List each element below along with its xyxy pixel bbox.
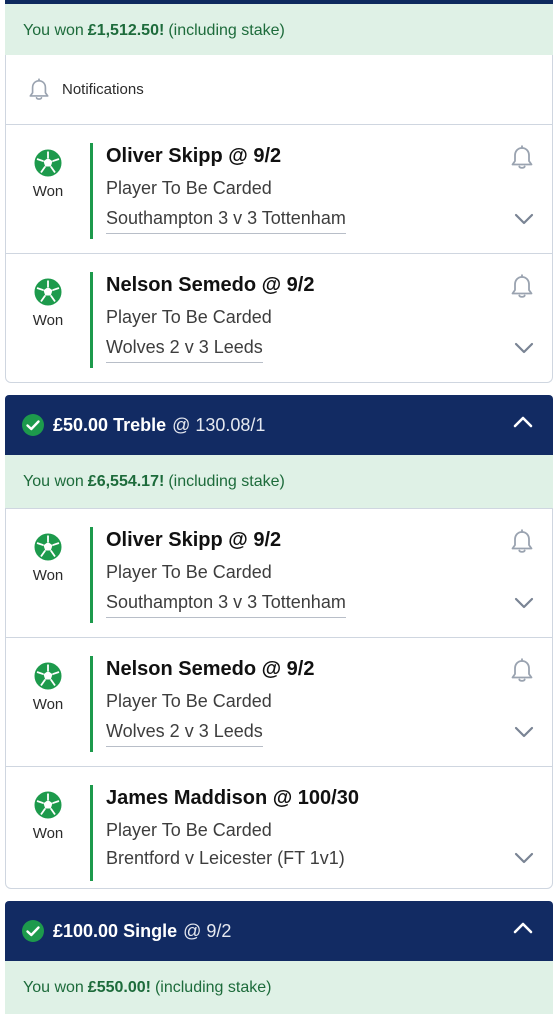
bell-icon[interactable] (510, 274, 534, 300)
leg-status: Won (20, 662, 76, 714)
leg-market: Player To Be Carded (106, 691, 272, 711)
winnings-banner: You won £6,554.17! (including stake) (5, 455, 553, 508)
leg-status-label: Won (32, 183, 64, 200)
check-circle-icon (21, 919, 45, 943)
winnings-banner: You won £1,512.50! (including stake) (5, 4, 553, 57)
leg-status-bar (90, 785, 93, 881)
leg-market: Player To Be Carded (106, 562, 272, 582)
bet-legs-list: Won Oliver Skipp @ 9/2 Player To Be Card… (5, 125, 553, 383)
bell-icon[interactable] (510, 658, 534, 684)
bell-icon[interactable] (510, 145, 534, 171)
notifications-label: Notifications (62, 81, 144, 98)
chevron-down-icon[interactable] (514, 852, 534, 864)
leg-market: Player To Be Carded (106, 307, 272, 327)
winnings-prefix: You won (23, 21, 84, 39)
football-icon (34, 791, 62, 819)
bell-icon (28, 78, 50, 102)
leg-market: Player To Be Carded (106, 178, 272, 198)
leg-status-label: Won (32, 696, 64, 713)
winnings-amount: £550.00! (87, 978, 151, 996)
chevron-down-icon[interactable] (514, 726, 534, 738)
bet-leg: Won Nelson Semedo @ 9/2 Player To Be Car… (6, 638, 552, 767)
bet-leg: Won James Maddison @ 100/30 Player To Be… (6, 767, 552, 889)
bet-odds: @ 130.08/1 (172, 414, 266, 435)
leg-selection: James Maddison @ 100/30 (106, 787, 359, 809)
leg-status-label: Won (32, 825, 64, 842)
leg-status-bar (90, 656, 93, 752)
leg-status-bar (90, 272, 93, 368)
winnings-suffix: (including stake) (168, 472, 285, 490)
football-icon (34, 662, 62, 690)
leg-status: Won (20, 791, 76, 843)
leg-event-link[interactable]: Southampton 3 v 3 Tottenham (106, 208, 346, 234)
check-circle-icon (21, 413, 45, 437)
bet-header-single[interactable]: £100.00 Single @ 9/2 (5, 901, 553, 961)
bet-leg: Won Nelson Semedo @ 9/2 Player To Be Car… (6, 254, 552, 383)
leg-event: Brentford v Leicester (FT 1v1) (106, 848, 345, 868)
leg-status-bar (90, 527, 93, 623)
winnings-amount: £6,554.17! (87, 472, 165, 490)
bell-icon[interactable] (510, 529, 534, 555)
winnings-suffix: (including stake) (168, 21, 285, 39)
chevron-down-icon[interactable] (514, 213, 534, 225)
chevron-down-icon[interactable] (514, 597, 534, 609)
leg-event-link[interactable]: Southampton 3 v 3 Tottenham (106, 592, 346, 618)
leg-selection: Oliver Skipp @ 9/2 (106, 529, 282, 551)
winnings-prefix: You won (23, 978, 84, 996)
leg-market: Player To Be Carded (106, 820, 272, 840)
leg-selection: Oliver Skipp @ 9/2 (106, 145, 282, 167)
bet-odds: @ 9/2 (183, 920, 232, 941)
football-icon (34, 149, 62, 177)
football-icon (34, 278, 62, 306)
leg-status-label: Won (32, 567, 64, 584)
bet-stake: £100.00 (53, 920, 119, 941)
leg-event-link[interactable]: Wolves 2 v 3 Leeds (106, 721, 263, 747)
bet-leg: Won Oliver Skipp @ 9/2 Player To Be Card… (6, 125, 552, 254)
leg-status-bar (90, 143, 93, 239)
leg-status: Won (20, 533, 76, 585)
winnings-prefix: You won (23, 472, 84, 490)
football-icon (34, 533, 62, 561)
chevron-up-icon[interactable] (513, 922, 533, 934)
winnings-amount: £1,512.50! (87, 21, 165, 39)
bet-header-treble[interactable]: £50.00 Treble @ 130.08/1 (5, 395, 553, 455)
bet-type: Treble (113, 414, 167, 435)
bet-legs-list: Won Oliver Skipp @ 9/2 Player To Be Card… (5, 508, 553, 889)
leg-status-label: Won (32, 312, 64, 329)
leg-status: Won (20, 278, 76, 330)
notifications-row[interactable]: Notifications (5, 55, 553, 125)
leg-status: Won (20, 149, 76, 201)
chevron-down-icon[interactable] (514, 342, 534, 354)
leg-selection: Nelson Semedo @ 9/2 (106, 274, 315, 296)
bet-leg: Won Oliver Skipp @ 9/2 Player To Be Card… (6, 509, 552, 638)
winnings-suffix: (including stake) (154, 978, 272, 996)
bet-stake: £50.00 (53, 414, 109, 435)
leg-selection: Nelson Semedo @ 9/2 (106, 658, 315, 680)
chevron-up-icon[interactable] (513, 416, 533, 428)
bet-type: Single (123, 920, 178, 941)
winnings-banner: You won £550.00! (including stake) (5, 961, 553, 1014)
leg-event-link[interactable]: Wolves 2 v 3 Leeds (106, 337, 263, 363)
